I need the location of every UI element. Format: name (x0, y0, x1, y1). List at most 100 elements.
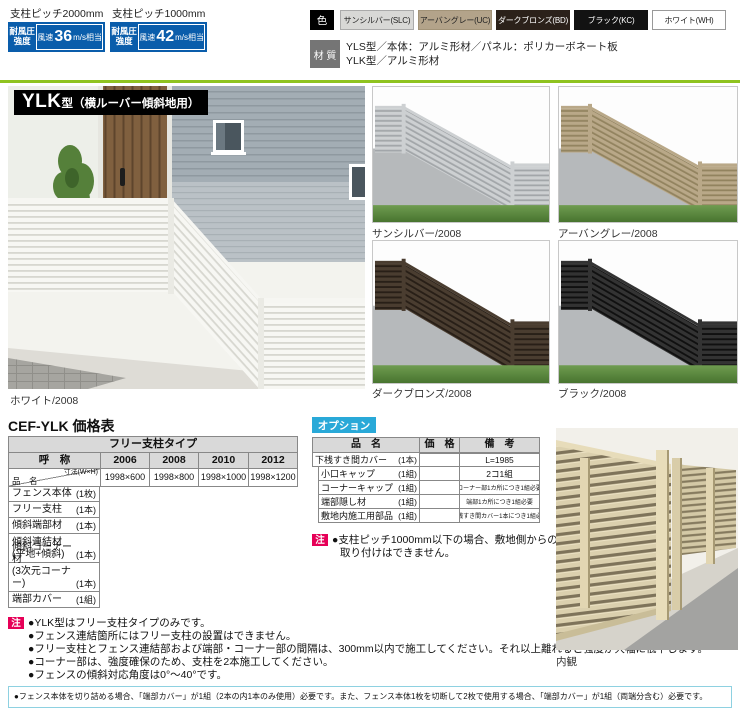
material-label: 材 質 (310, 40, 340, 68)
diagonal-header-cell: 寸法(W×H) 品 名 (8, 469, 100, 487)
item-name: フェンス本体 (12, 488, 72, 500)
note-text: ●フェンス連結箇所にはフリー支柱の設置はできません。 (28, 630, 296, 643)
hero-title-model: YLK (22, 91, 62, 113)
price-table-column-row: 呼 称 2006 2008 2010 2012 (8, 453, 298, 469)
option-name: コーナーキャップ (321, 481, 393, 494)
option-price (420, 509, 460, 523)
item-qty: (1本) (76, 548, 96, 561)
gallery-caption-sunsilver: サンシルバー/2008 (372, 226, 461, 241)
gallery-caption-black: ブラック/2008 (558, 386, 626, 401)
note-line: ●フェンスの傾斜対応角度は0°～40°です。 (8, 669, 708, 682)
note-badge: 注 (312, 534, 328, 546)
options-note: 注 ●支柱ピッチ1000mm以下の場合、敷地側からの 取り付けはできません。 (312, 534, 558, 560)
diag-size-label: 寸法(W×H) (64, 469, 98, 477)
option-price (420, 481, 460, 495)
item-name: 端部カバー (12, 594, 62, 606)
wind-value-box: 風速 42 m/s相当 (138, 24, 205, 50)
col-header-name: 呼 称 (8, 453, 100, 469)
material-line-yls: YLS型／本体：アルミ形材／パネル：ポリカーボネート板 (346, 40, 618, 54)
option-name: 端部隠し材 (321, 495, 366, 508)
item-name: 傾斜端部材 (12, 520, 62, 532)
option-note: 端部1カ所につき1組必要 (460, 495, 540, 509)
option-name: 敷地内施工用部品 (321, 509, 393, 522)
option-note: L=1985 (460, 453, 540, 467)
hero-fence-illustration (8, 86, 365, 389)
size-2008: 1998×800 (149, 469, 198, 487)
fence-illustration-urbangray (559, 87, 737, 222)
price-row-slope-corner: 傾斜コーナー材(3次元コーナー) (1本) (8, 563, 100, 592)
size-2010: 1998×1000 (198, 469, 248, 487)
color-row-label: 色 (310, 10, 334, 30)
option-qty: (1組) (398, 468, 417, 480)
material-line-ylk: YLK型／アルミ形材 (346, 54, 618, 68)
price-row-end-cover: 端部カバー (1組) (8, 592, 100, 608)
color-chip-darkbronze: ダークブロンズ(BD) (496, 10, 570, 30)
item-qty: (1本) (76, 503, 96, 516)
product-photo-sunsilver (372, 86, 550, 223)
color-chip-black: ブラック(KC) (574, 10, 648, 30)
product-photo-urbangray (558, 86, 738, 223)
col-header-2008: 2008 (149, 453, 198, 469)
color-chip-sunsilver: サンシルバー(SLC) (340, 10, 414, 30)
item-qty: (1本) (76, 519, 96, 532)
note-line: 注 ●支柱ピッチ1000mm以下の場合、敷地側からの (312, 534, 558, 547)
wind-badge-2000: 耐風圧強度 風速 36 m/s相当 (8, 22, 105, 52)
option-name: 下桟すき間カバー (315, 453, 387, 466)
price-table-heading: CEF-YLK 価格表 (8, 416, 115, 436)
price-row-free-post: フリー支柱 (1本) (8, 502, 100, 518)
price-table: フリー支柱タイプ 呼 称 2006 2008 2010 2012 寸法(W×H)… (8, 436, 298, 608)
interior-caption: 内観 (556, 654, 577, 669)
item-qty: (1本) (76, 577, 96, 590)
gallery-caption-darkbronze: ダークブロンズ/2008 (372, 386, 472, 401)
options-badge: オプション (312, 417, 376, 433)
note-text: ●YLK型はフリー支柱タイプのみです。 (28, 617, 211, 630)
wind-unit: m/s相当 (73, 32, 102, 43)
pitch-label-1000: 支柱ピッチ1000mm (112, 6, 205, 21)
wind-value: 36 (54, 29, 72, 45)
size-2012: 1998×1200 (248, 469, 298, 487)
green-divider (0, 80, 740, 83)
note-text: ●フェンスの傾斜対応角度は0°～40°です。 (28, 669, 227, 682)
hero-title-type: 型（横ルーバー傾斜地用） (62, 95, 200, 111)
wind-prefix: 風速 (37, 32, 53, 43)
options-table-header: 品 名 価 格 備 考 (312, 437, 540, 453)
material-text: YLS型／本体：アルミ形材／パネル：ポリカーボネート板 YLK型／アルミ形材 (346, 40, 618, 68)
size-2006: 1998×600 (100, 469, 149, 487)
option-price (420, 453, 460, 467)
color-chip-urbangray: アーバングレー(UC) (418, 10, 492, 30)
product-photo-black (558, 240, 738, 384)
gallery-caption-urbangray: アーバングレー/2008 (558, 226, 658, 241)
price-row-fence-body: フェンス本体 (1枚) (8, 486, 100, 502)
price-table-size-row: 寸法(W×H) 品 名 1998×600 1998×800 1998×1000 … (8, 469, 298, 486)
options-row-site-parts: 敷地内施工用部品(1組) 下桟すき間カバー1本につき1組必要 (312, 509, 540, 523)
col-header-2006: 2006 (100, 453, 149, 469)
price-table-span-header: フリー支柱タイプ (8, 436, 298, 453)
wind-prefix: 風速 (139, 32, 155, 43)
note-text: 取り付けはできません。 (340, 547, 455, 560)
item-name: フリー支柱 (12, 504, 62, 516)
item-name: 傾斜コーナー材(3次元コーナー) (12, 542, 76, 590)
wind-value: 42 (156, 29, 174, 45)
options-col-name: 品 名 (312, 437, 420, 453)
option-qty: (1組) (398, 496, 417, 508)
catalog-page: 支柱ピッチ2000mm 耐風圧強度 風速 36 m/s相当 支柱ピッチ1000m… (0, 0, 740, 717)
options-col-note: 備 考 (460, 437, 540, 453)
product-photo-darkbronze (372, 240, 550, 384)
option-qty: (1本) (398, 454, 417, 466)
option-qty: (1組) (398, 510, 417, 522)
hero-title: YLK型（横ルーバー傾斜地用） (14, 90, 208, 115)
diag-item-label: 品 名 (12, 477, 38, 486)
wind-unit: m/s相当 (175, 32, 204, 43)
col-header-2010: 2010 (198, 453, 248, 469)
option-qty: (1組) (398, 482, 417, 494)
fence-illustration-sunsilver (373, 87, 549, 222)
options-row-end-hide: 端部隠し材 (1組) 端部1カ所につき1組必要 (312, 495, 540, 509)
wind-badge-1000: 耐風圧強度 風速 42 m/s相当 (110, 22, 207, 52)
note-text: ●支柱ピッチ1000mm以下の場合、敷地側からの (332, 534, 558, 547)
fence-illustration-darkbronze (373, 241, 549, 383)
options-row-bottom-gap-cover: 下桟すき間カバー (1本) L=1985 (312, 453, 540, 467)
options-row-corner-cap: コーナーキャップ(1組) コーナー部1カ所につき1組必要 (312, 481, 540, 495)
item-name-line2: (3次元コーナー) (12, 566, 76, 590)
footer-note: ●フェンス本体を切り詰める場合、「端部カバー」が1組（2本の内1本のみ使用）必要… (8, 686, 732, 708)
options-table: 品 名 価 格 備 考 下桟すき間カバー(1本) L=1985 小口キャップ(1… (312, 437, 540, 523)
